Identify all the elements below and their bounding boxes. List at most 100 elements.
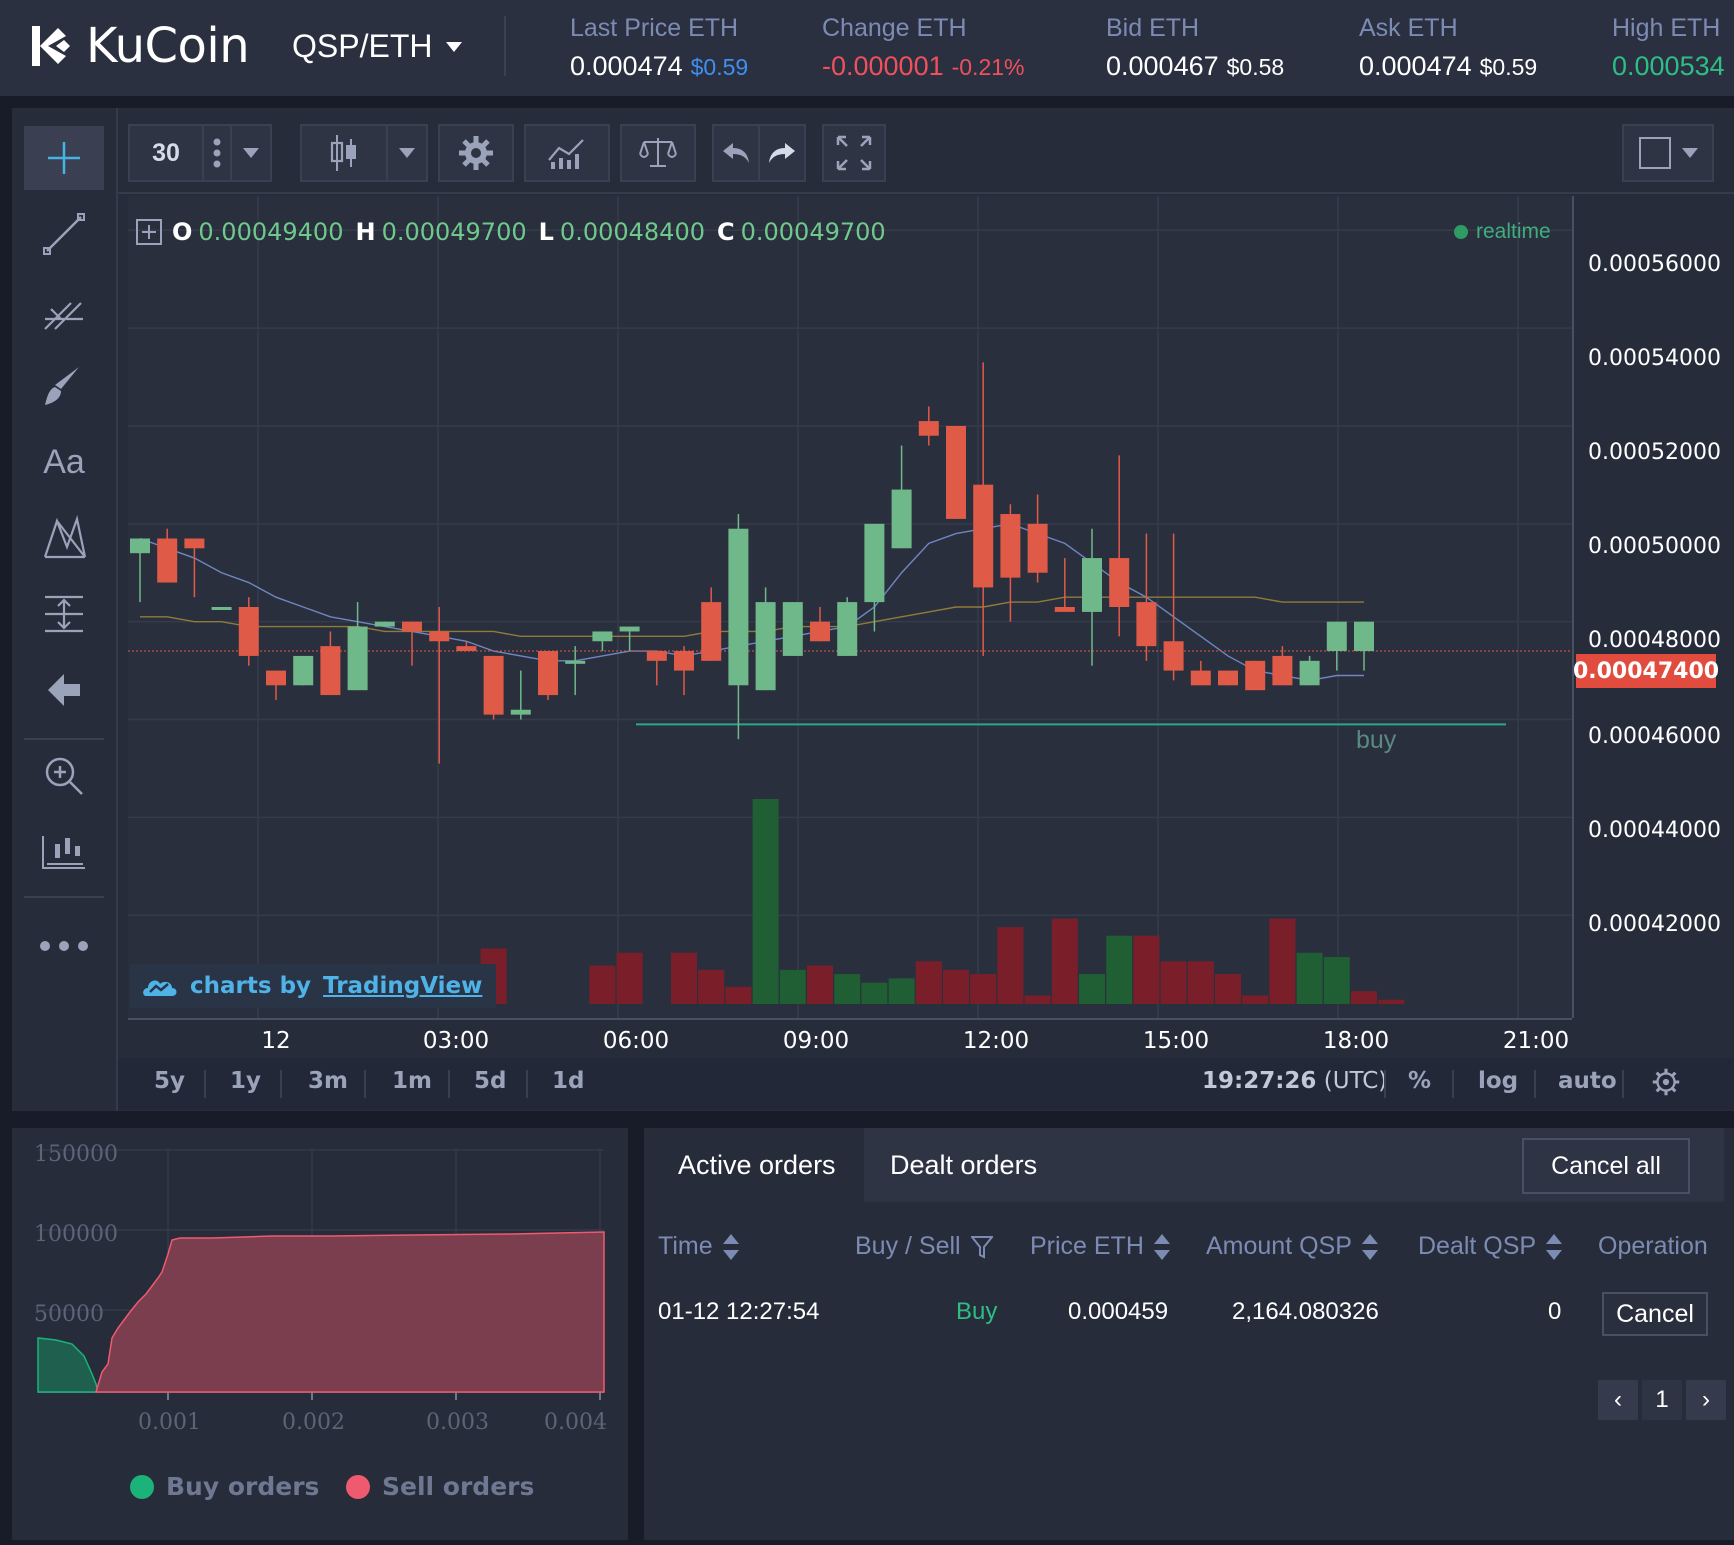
tab-dealt-orders[interactable]: Dealt orders <box>864 1128 1084 1202</box>
volume-bar <box>1160 961 1187 1004</box>
interval-button[interactable]: 30 <box>128 124 204 182</box>
zoom-tool[interactable] <box>24 744 104 808</box>
volume-bar <box>1106 935 1133 1004</box>
candle-body <box>429 631 450 642</box>
range-5y[interactable]: 5y <box>154 1068 185 1094</box>
chart-type-button[interactable] <box>300 124 388 182</box>
pattern-tool[interactable] <box>24 506 104 570</box>
interval-menu-button[interactable] <box>202 124 232 182</box>
col-dealt[interactable]: Dealt QSP <box>1418 1232 1563 1261</box>
trend-line-icon <box>43 213 85 255</box>
undo-button[interactable] <box>712 124 760 182</box>
trend-line-tool[interactable] <box>24 202 104 266</box>
square-icon <box>1639 137 1671 169</box>
candle-body <box>1027 523 1048 573</box>
chart-style-tool[interactable] <box>24 820 104 884</box>
arrow-left-icon <box>48 674 80 706</box>
more-tools[interactable] <box>24 914 104 978</box>
col-price[interactable]: Price ETH <box>1030 1232 1170 1261</box>
range-3m[interactable]: 3m <box>308 1068 348 1094</box>
volume-bar <box>1242 995 1269 1004</box>
bottom-divider <box>1622 1070 1624 1098</box>
pattern-icon <box>43 514 87 559</box>
depth-y-tick: 50000 <box>34 1302 104 1327</box>
candle-body <box>1354 621 1374 652</box>
fullscreen-button[interactable] <box>822 124 886 182</box>
log-toggle[interactable]: log <box>1478 1068 1518 1094</box>
fib-icon <box>44 302 83 330</box>
page-next-button[interactable]: › <box>1686 1380 1726 1420</box>
legend-sell-orders[interactable]: Sell orders <box>346 1472 534 1501</box>
redo-button[interactable] <box>758 124 806 182</box>
col-buy-sell[interactable]: Buy / Sell <box>855 1232 993 1261</box>
text-tool[interactable]: Aa <box>24 430 104 494</box>
tradingview-link[interactable]: TradingView <box>323 973 482 999</box>
range-1m[interactable]: 1m <box>392 1068 432 1094</box>
measure-tool[interactable] <box>24 582 104 646</box>
top-header: KuCoin QSP/ETH Last Price ETH 0.000474 $0… <box>0 0 1734 96</box>
chart-bars-icon <box>42 836 85 869</box>
candle-body <box>320 646 341 696</box>
layout-button[interactable] <box>1622 124 1714 182</box>
scale-icon <box>639 138 677 167</box>
range-1y[interactable]: 1y <box>230 1068 261 1094</box>
candle-body <box>1326 621 1347 652</box>
candle-body <box>810 621 830 642</box>
price-axis[interactable]: 0.00056000 0.00054000 0.00052000 0.00050… <box>1572 196 1734 1018</box>
fib-tool[interactable] <box>24 278 104 342</box>
depth-y-tick: 100000 <box>34 1222 118 1247</box>
candle-body <box>1218 670 1238 686</box>
volume-bar <box>970 974 997 1004</box>
cancel-order-button[interactable]: Cancel <box>1602 1292 1708 1336</box>
time-tick: 03:00 <box>422 1028 490 1054</box>
compare-button[interactable] <box>620 124 696 182</box>
ohlc-high: 0.00049700 <box>381 218 527 246</box>
legend-buy-orders[interactable]: Buy orders <box>130 1472 319 1501</box>
scale-settings-button[interactable] <box>1652 1068 1680 1101</box>
volume-bar <box>888 978 915 1004</box>
pair-selector[interactable]: QSP/ETH <box>292 28 463 65</box>
stat-usd: $0.59 <box>690 54 749 80</box>
price-chart[interactable] <box>128 196 1572 1018</box>
depth-chart[interactable] <box>12 1128 628 1540</box>
brush-tool[interactable] <box>24 354 104 418</box>
page-number[interactable]: 1 <box>1642 1380 1682 1420</box>
settings-button[interactable] <box>438 124 514 182</box>
col-time[interactable]: Time <box>658 1232 739 1261</box>
tradingview-badge[interactable]: charts by TradingView <box>130 964 497 1008</box>
volume-bar <box>861 982 888 1004</box>
remove-drawings-tool[interactable] <box>24 658 104 722</box>
time-axis[interactable]: 12 03:00 06:00 09:00 12:00 15:00 18:00 2… <box>128 1018 1572 1058</box>
realtime-indicator: realtime <box>1454 220 1551 244</box>
time-tick: 09:00 <box>782 1028 850 1054</box>
cancel-all-button[interactable]: Cancel all <box>1522 1138 1690 1194</box>
range-1d[interactable]: 1d <box>552 1068 584 1094</box>
collapse-legend-icon[interactable] <box>136 219 162 245</box>
kucoin-logo[interactable]: KuCoin <box>26 18 250 74</box>
col-amount[interactable]: Amount QSP <box>1206 1232 1378 1261</box>
tab-active-orders[interactable]: Active orders <box>644 1128 864 1202</box>
chart-type-dropdown[interactable] <box>386 124 428 182</box>
crosshair-tool[interactable] <box>24 126 104 190</box>
candlestick-chart[interactable] <box>128 196 1572 1018</box>
more-vertical-icon <box>213 138 221 168</box>
page-prev-button[interactable]: ‹ <box>1598 1380 1638 1420</box>
stat-label: Last Price ETH <box>570 14 739 42</box>
auto-toggle[interactable]: auto <box>1558 1068 1617 1094</box>
stat-value: 0.000534 <box>1612 51 1725 81</box>
utc-clock[interactable]: 19:27:26 (UTC) <box>1202 1068 1387 1094</box>
candle-body <box>728 528 749 686</box>
percent-toggle[interactable]: % <box>1408 1068 1431 1094</box>
volume-bar <box>1051 918 1078 1004</box>
range-5d[interactable]: 5d <box>474 1068 506 1094</box>
price-tick: 0.00050000 <box>1588 534 1721 559</box>
bottom-divider <box>1384 1070 1386 1098</box>
time-tick: 12:00 <box>962 1028 1030 1054</box>
candle-body <box>1109 558 1130 607</box>
interval-dropdown[interactable] <box>230 124 272 182</box>
price-tick: 0.00052000 <box>1588 440 1721 465</box>
pair-label: QSP/ETH <box>292 28 433 64</box>
order-amount: 2,164.080326 <box>1232 1298 1379 1325</box>
stat-value: 0.000474 <box>570 51 683 81</box>
indicators-button[interactable] <box>524 124 610 182</box>
